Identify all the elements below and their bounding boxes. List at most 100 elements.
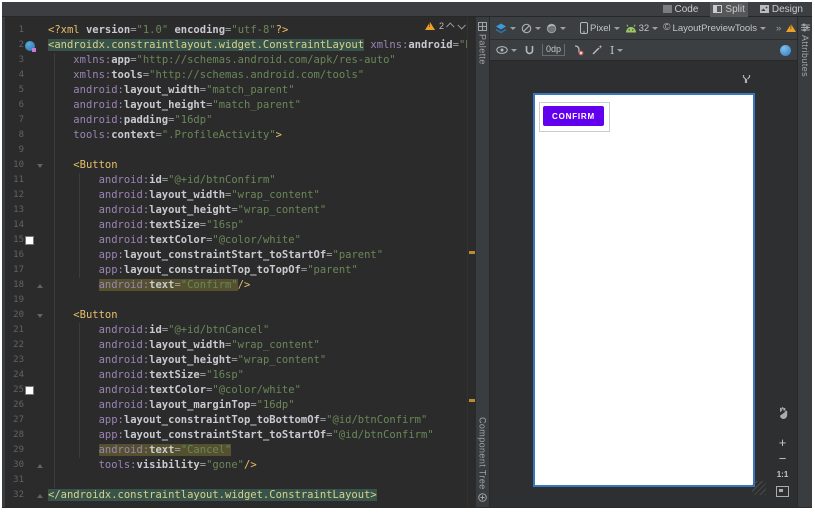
code-line[interactable]: 30 tools:visibility="gone"/> [6, 458, 476, 473]
zoom-to-fit-button[interactable] [776, 486, 789, 497]
gutter: 18 [6, 278, 44, 293]
code-line[interactable]: 27 app:layout_constraintTop_toBottomOf="… [6, 413, 476, 428]
indent-guide [79, 323, 80, 458]
fold-end-icon[interactable] [36, 283, 43, 288]
code-line[interactable]: 31 [6, 473, 476, 488]
indent-guide [54, 53, 55, 488]
tab-split[interactable]: Split [710, 2, 748, 17]
code-line[interactable]: 17 app:layout_constraintTop_toTopOf="par… [6, 263, 476, 278]
autoconnect-magnet-icon[interactable] [524, 45, 535, 56]
tools-attribute-wrench-icon[interactable] [742, 74, 751, 84]
issue-notification-orb[interactable] [780, 44, 791, 56]
code-line[interactable]: 28 app:layout_constraintStart_toStartOf=… [6, 428, 476, 443]
code-line[interactable]: 3 xmlns:app="http://schemas.android.com/… [6, 53, 476, 68]
line-number: 28 [13, 430, 24, 440]
zoom-out-button[interactable]: − [779, 452, 787, 465]
code-line[interactable]: 15 android:textColor="@color/white" [6, 233, 476, 248]
fold-end-icon[interactable] [36, 493, 43, 498]
code-line[interactable]: 12 android:layout_width="wrap_content" [6, 188, 476, 203]
code-line[interactable]: 24 android:textSize="16sp" [6, 368, 476, 383]
text-tool-button[interactable]: I [610, 43, 624, 57]
code-line[interactable]: 23 android:layout_height="wrap_content" [6, 353, 476, 368]
code-line[interactable]: 29 android:text="Cancel" [6, 443, 476, 458]
code-line[interactable]: 9 [6, 143, 476, 158]
xml-code-editor[interactable]: 1 <?xml version="1.0" encoding="utf-8"?> 2… [6, 17, 476, 507]
tab-code-label: Code [674, 3, 699, 15]
confirm-button-preview[interactable]: CONFIRM [543, 106, 604, 126]
zoom-in-button[interactable]: + [779, 436, 787, 449]
tab-design-label: Design [771, 3, 803, 15]
code-line[interactable]: 19 [6, 293, 476, 308]
layout-warnings-icon[interactable] [786, 24, 797, 32]
code-line[interactable]: 21 android:id="@+id/btnCancel" [6, 323, 476, 338]
code-line[interactable]: 1 <?xml version="1.0" encoding="utf-8"?> [6, 23, 476, 38]
code-line[interactable]: 8 tools:context=".ProfileActivity"> [6, 128, 476, 143]
code-line[interactable]: 6 android:layout_height="match_parent" [6, 98, 476, 113]
surface-selector-button[interactable] [495, 23, 516, 34]
gutter: 4 [6, 68, 44, 83]
infer-constraints-wand-icon[interactable] [591, 44, 603, 56]
api-selector[interactable]: 32 [625, 23, 659, 34]
editor-error-stripe[interactable] [467, 17, 476, 507]
default-margin-selector[interactable]: 0dp [542, 44, 566, 56]
code-line[interactable]: 5 android:layout_width="match_parent" [6, 83, 476, 98]
palette-tab[interactable]: Palette [476, 22, 489, 65]
ibeam-cursor-icon: I [610, 43, 615, 57]
code-line[interactable]: 7 android:padding="16dp" [6, 113, 476, 128]
dropdown-caret-icon [510, 26, 516, 30]
gutter: 13 [6, 203, 44, 218]
warning-triangle-icon [424, 22, 435, 30]
theme-icon: © [663, 22, 671, 33]
code-line[interactable]: 18 android:text="Confirm"/> [6, 278, 476, 293]
design-toolbar-bottom: 0dp I [490, 40, 797, 61]
design-surface[interactable]: CONFIRM + − 1:1 [490, 61, 797, 507]
attributes-icon [800, 23, 810, 32]
fold-end-icon[interactable] [36, 463, 43, 468]
code-line[interactable]: 25 android:textColor="@color/white" [6, 383, 476, 398]
density-selector-button[interactable] [546, 23, 566, 34]
fold-collapse-icon[interactable] [36, 163, 43, 168]
code-line[interactable]: 20 <Button [6, 308, 476, 323]
code-line[interactable]: 16 app:layout_constraintStart_toStartOf=… [6, 248, 476, 263]
tab-design[interactable]: Design [757, 2, 806, 17]
inspections-widget[interactable]: 2 [424, 21, 466, 31]
attributes-tab[interactable]: Attributes [798, 23, 812, 77]
split-tab-icon [713, 5, 723, 13]
line-number: 11 [13, 175, 24, 185]
device-selector[interactable]: Pixel [580, 22, 620, 34]
pan-hand-icon[interactable] [777, 406, 789, 419]
color-white-swatch-icon[interactable] [25, 386, 34, 395]
code-line[interactable]: 11 android:id="@+id/btnConfirm" [6, 173, 476, 188]
component-tree-tab[interactable]: Component Tree [476, 417, 489, 502]
code-line[interactable]: 10 <Button [6, 158, 476, 173]
line-number: 14 [13, 220, 24, 230]
code-line[interactable]: 32 </androidx.constraintlayout.widget.Con… [6, 488, 476, 503]
gutter: 26 [6, 398, 44, 413]
prev-issue-icon[interactable] [446, 22, 455, 31]
design-toolbar-top: Pixel 32 © LayoutPreviewTools » [490, 17, 797, 40]
warning-stripe-mark[interactable] [469, 399, 475, 402]
warning-stripe-mark[interactable] [469, 251, 475, 254]
gutter: 24 [6, 368, 44, 383]
code-line[interactable]: 4 xmlns:tools="http://schemas.android.co… [6, 68, 476, 83]
tab-code[interactable]: Code [660, 2, 702, 17]
view-options-button[interactable] [496, 46, 517, 54]
line-number: 15 [13, 235, 24, 245]
color-white-swatch-icon[interactable] [25, 236, 34, 245]
constraintlayout-class-icon[interactable] [24, 40, 36, 52]
code-line[interactable]: 22 android:layout_width="wrap_content" [6, 338, 476, 353]
gutter: 29 [6, 443, 44, 458]
device-preview-canvas[interactable]: CONFIRM [533, 93, 755, 487]
code-line[interactable]: 26 android:layout_marginTop="16dp" [6, 398, 476, 413]
fold-collapse-icon[interactable] [36, 313, 43, 318]
clear-constraints-icon[interactable] [572, 44, 584, 56]
gutter: 7 [6, 113, 44, 128]
code-line[interactable]: 2 <androidx.constraintlayout.widget.Const… [6, 38, 476, 53]
zoom-ratio-button[interactable]: 1:1 [777, 470, 789, 479]
theme-selector[interactable]: © LayoutPreviewTools [663, 22, 767, 34]
gutter: 27 [6, 413, 44, 428]
code-line[interactable]: 14 android:textSize="16sp" [6, 218, 476, 233]
code-line[interactable]: 13 android:layout_height="wrap_content" [6, 203, 476, 218]
night-mode-button[interactable] [521, 23, 541, 34]
toolbar-overflow-button[interactable]: » [776, 23, 781, 34]
